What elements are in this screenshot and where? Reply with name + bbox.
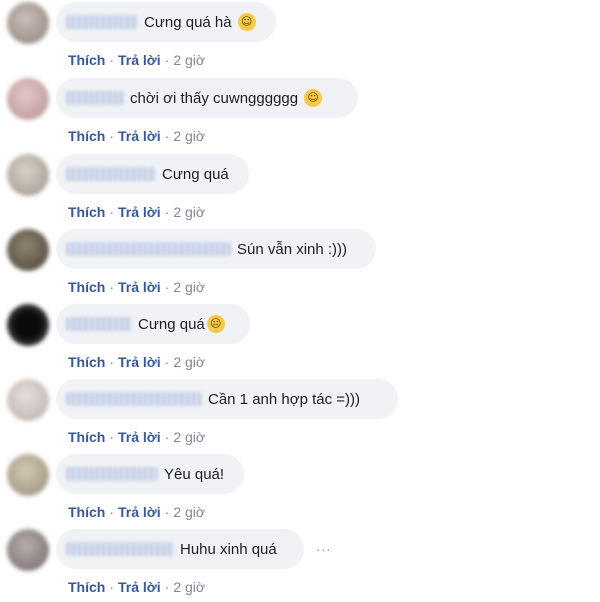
reply-link[interactable]: Trả lời xyxy=(118,354,161,370)
comment-bubble: Huhu xinh quá xyxy=(56,529,304,569)
comment-text: Cần 1 anh hợp tác =))) xyxy=(208,390,360,408)
reply-link[interactable]: Trả lời xyxy=(118,204,161,220)
separator-dot: · xyxy=(164,429,170,445)
reply-link[interactable]: Trả lời xyxy=(118,52,161,68)
commenter-name[interactable] xyxy=(66,317,132,331)
separator-dot: · xyxy=(109,52,115,68)
like-link[interactable]: Thích xyxy=(68,579,105,595)
comment-bubble: Sún vẫn xinh :))) xyxy=(56,229,376,269)
commenter-name[interactable] xyxy=(66,242,231,256)
separator-dot: · xyxy=(109,128,115,144)
separator-dot: · xyxy=(164,504,170,520)
comment-text: Sún vẫn xinh :))) xyxy=(237,240,348,258)
separator-dot: · xyxy=(109,429,115,445)
comment-text: Cưng quá xyxy=(138,315,205,333)
timestamp[interactable]: 2 giờ xyxy=(173,52,205,68)
like-link[interactable]: Thích xyxy=(68,504,105,520)
comment-actions: Thích · Trả lời · 2 giờ xyxy=(68,278,205,296)
commenter-name[interactable] xyxy=(66,91,124,105)
comment-actions: Thích · Trả lời · 2 giờ xyxy=(68,203,205,221)
comment-bubble: Cưng quá hà ☺ xyxy=(56,2,276,42)
separator-dot: · xyxy=(109,354,115,370)
like-link[interactable]: Thích xyxy=(68,429,105,445)
comment-bubble: Cần 1 anh hợp tác =))) xyxy=(56,379,398,419)
separator-dot: · xyxy=(164,128,170,144)
comment-actions: Thích · Trả lời · 2 giờ xyxy=(68,428,205,446)
comment-bubble: Yêu quá! xyxy=(56,454,244,494)
comment-item: Cần 1 anh hợp tác =))) Thích · Trả lời · 2 g… xyxy=(0,377,600,452)
like-link[interactable]: Thích xyxy=(68,52,105,68)
comment-text: Cưng quá xyxy=(162,165,229,183)
more-options-icon[interactable]: ··· xyxy=(316,544,331,559)
comment-actions: Thích · Trả lời · 2 giờ xyxy=(68,51,205,69)
comment-item: Yêu quá! Thích · Trả lời · 2 giờ xyxy=(0,452,600,527)
commenter-name[interactable] xyxy=(66,542,174,556)
comment-item: Cưng quá ☹ Thích · Trả lời · 2 giờ xyxy=(0,302,600,377)
separator-dot: · xyxy=(164,354,170,370)
reply-link[interactable]: Trả lời xyxy=(118,429,161,445)
comment-actions: Thích · Trả lời · 2 giờ xyxy=(68,353,205,371)
timestamp[interactable]: 2 giờ xyxy=(173,204,205,220)
avatar[interactable] xyxy=(7,529,49,571)
separator-dot: · xyxy=(109,204,115,220)
comment-item: Cưng quá Thích · Trả lời · 2 giờ xyxy=(0,152,600,227)
timestamp[interactable]: 2 giờ xyxy=(173,579,205,595)
blushing-face-icon: ☺ xyxy=(304,89,323,107)
timestamp[interactable]: 2 giờ xyxy=(173,128,205,144)
comment-item: Cưng quá hà ☺ Thích · Trả lời · 2 giờ xyxy=(0,0,600,75)
avatar[interactable] xyxy=(7,154,49,196)
comment-bubble: Cưng quá xyxy=(56,154,249,194)
like-link[interactable]: Thích xyxy=(68,128,105,144)
grinning-face-icon: ☺ xyxy=(237,13,256,31)
avatar[interactable] xyxy=(7,2,49,44)
commenter-name[interactable] xyxy=(66,467,158,481)
avatar[interactable] xyxy=(7,304,49,346)
comment-bubble: Cưng quá ☹ xyxy=(56,304,250,344)
comment-item: chời ơi thấy cuwngggggg ☺ Thích · Trả lời ·… xyxy=(0,76,600,151)
separator-dot: · xyxy=(164,279,170,295)
comment-bubble: chời ơi thấy cuwngggggg ☺ xyxy=(56,78,358,118)
like-link[interactable]: Thích xyxy=(68,204,105,220)
timestamp[interactable]: 2 giờ xyxy=(173,279,205,295)
separator-dot: · xyxy=(109,279,115,295)
reply-link[interactable]: Trả lời xyxy=(118,504,161,520)
commenter-name[interactable] xyxy=(66,392,202,406)
separator-dot: · xyxy=(109,504,115,520)
avatar[interactable] xyxy=(7,379,49,421)
avatar[interactable] xyxy=(7,78,49,120)
comment-item: Sún vẫn xinh :))) Thích · Trả lời · 2 giờ xyxy=(0,227,600,302)
comment-text: chời ơi thấy cuwngggggg xyxy=(130,89,299,107)
avatar[interactable] xyxy=(7,454,49,496)
timestamp[interactable]: 2 giờ xyxy=(173,504,205,520)
comment-actions: Thích · Trả lời · 2 giờ xyxy=(68,127,205,145)
commenter-name[interactable] xyxy=(66,15,138,29)
separator-dot: · xyxy=(109,579,115,595)
comment-text: Huhu xinh quá xyxy=(180,540,277,558)
comment-item: Huhu xinh quá ··· Thích · Trả lời · 2 giờ xyxy=(0,527,600,602)
comment-text: Cưng quá hà xyxy=(144,13,232,31)
like-link[interactable]: Thích xyxy=(68,279,105,295)
separator-dot: · xyxy=(164,579,170,595)
comment-actions: Thích · Trả lời · 2 giờ xyxy=(68,503,205,521)
crying-face-icon: ☹ xyxy=(206,315,225,333)
comment-text: Yêu quá! xyxy=(164,465,225,483)
timestamp[interactable]: 2 giờ xyxy=(173,429,205,445)
like-link[interactable]: Thích xyxy=(68,354,105,370)
commenter-name[interactable] xyxy=(66,167,156,181)
comment-actions: Thích · Trả lời · 2 giờ xyxy=(68,578,205,596)
separator-dot: · xyxy=(164,204,170,220)
reply-link[interactable]: Trả lời xyxy=(118,579,161,595)
separator-dot: · xyxy=(164,52,170,68)
reply-link[interactable]: Trả lời xyxy=(118,279,161,295)
avatar[interactable] xyxy=(7,229,49,271)
reply-link[interactable]: Trả lời xyxy=(118,128,161,144)
timestamp[interactable]: 2 giờ xyxy=(173,354,205,370)
